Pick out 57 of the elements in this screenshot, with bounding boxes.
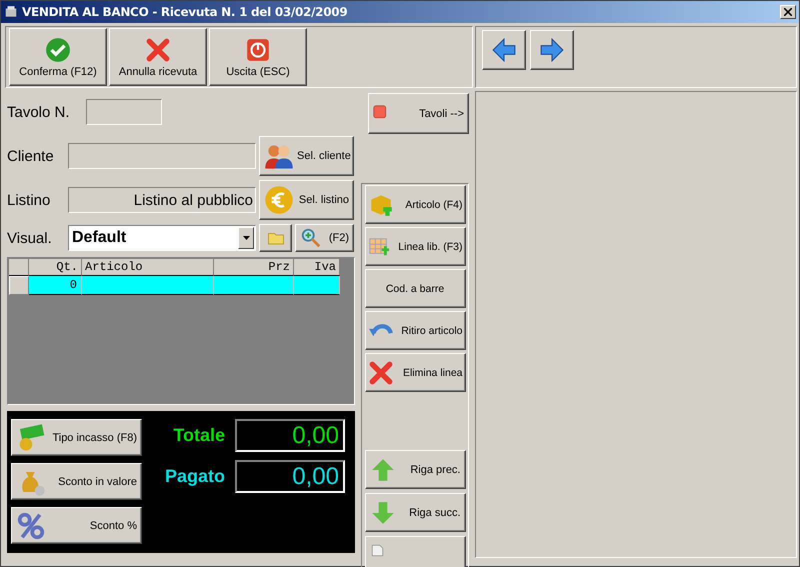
field-label: Tavolo N.: [7, 104, 71, 120]
tables-button[interactable]: Tavoli -->: [368, 93, 469, 134]
line-button[interactable]: Elimina linea: [364, 353, 466, 392]
total-value: 0,00: [235, 419, 345, 452]
dropdown-button[interactable]: [238, 227, 254, 249]
toolbar-button[interactable]: Annulla ricevuta: [109, 28, 207, 86]
power-icon: [245, 36, 271, 62]
arrow-left-icon: [491, 37, 517, 63]
payment-button[interactable]: Sconto in valore: [11, 463, 142, 500]
euro-coin-icon: [264, 185, 294, 215]
search-button[interactable]: (F2): [295, 224, 354, 252]
line-button[interactable]: Linea lib. (F3): [364, 227, 466, 266]
cross-icon: [368, 360, 394, 386]
dropdown[interactable]: Default: [68, 225, 256, 251]
app-icon: [4, 5, 18, 19]
close-icon: [784, 8, 792, 16]
column-header: Articolo: [82, 259, 214, 276]
percent-icon: [16, 510, 46, 540]
select-button[interactable]: Sel. cliente: [259, 136, 354, 176]
total-label: Pagato: [164, 466, 225, 487]
line-button[interactable]: Cod. a barre: [364, 269, 466, 308]
toolbar-button[interactable]: Conferma (F12): [9, 28, 107, 86]
input-field[interactable]: [68, 143, 256, 169]
line-button[interactable]: Ritiro articolo: [364, 311, 466, 350]
window-title: VENDITA AL BANCO - Ricevuta N. 1 del 03/02/2009: [22, 5, 348, 19]
arrow-right-icon: [539, 37, 565, 63]
column-header: Prz: [214, 259, 294, 276]
toolbar-button[interactable]: Uscita (ESC): [209, 28, 307, 86]
field-label: Visual.: [7, 230, 53, 246]
back-button[interactable]: [482, 30, 526, 70]
caret-icon: [242, 236, 250, 240]
input-field[interactable]: [86, 99, 162, 125]
zoom-icon: [300, 227, 322, 249]
payment-button[interactable]: Sconto %: [11, 507, 142, 544]
close-button[interactable]: [780, 5, 796, 19]
payment-button[interactable]: Tipo incasso (F8): [11, 419, 142, 456]
total-label: Totale: [173, 425, 225, 446]
row-button[interactable]: Riga succ.: [364, 493, 466, 532]
check-icon: [45, 36, 71, 62]
table-cell: 0: [29, 276, 82, 295]
row-button[interactable]: Riga prec.: [364, 450, 466, 489]
column-header: Iva: [294, 259, 340, 276]
clipped-button[interactable]: [364, 536, 466, 567]
select-button[interactable]: Sel. listino: [259, 180, 354, 220]
line-button[interactable]: Articolo (F4): [364, 185, 466, 224]
column-header: Qt.: [29, 259, 82, 276]
folder-button[interactable]: [259, 224, 292, 252]
field-label: Listino: [7, 192, 52, 208]
cross-icon: [145, 36, 171, 62]
arrow-up-icon: [370, 456, 396, 482]
arrow-down-icon: [370, 500, 396, 526]
total-value: 0,00: [235, 460, 345, 493]
grid-plus-icon: [368, 236, 390, 258]
forward-button[interactable]: [530, 30, 574, 70]
field-label: Cliente: [7, 148, 55, 164]
input-field[interactable]: Listino al pubblico: [68, 187, 256, 213]
row-header[interactable]: [9, 276, 29, 295]
